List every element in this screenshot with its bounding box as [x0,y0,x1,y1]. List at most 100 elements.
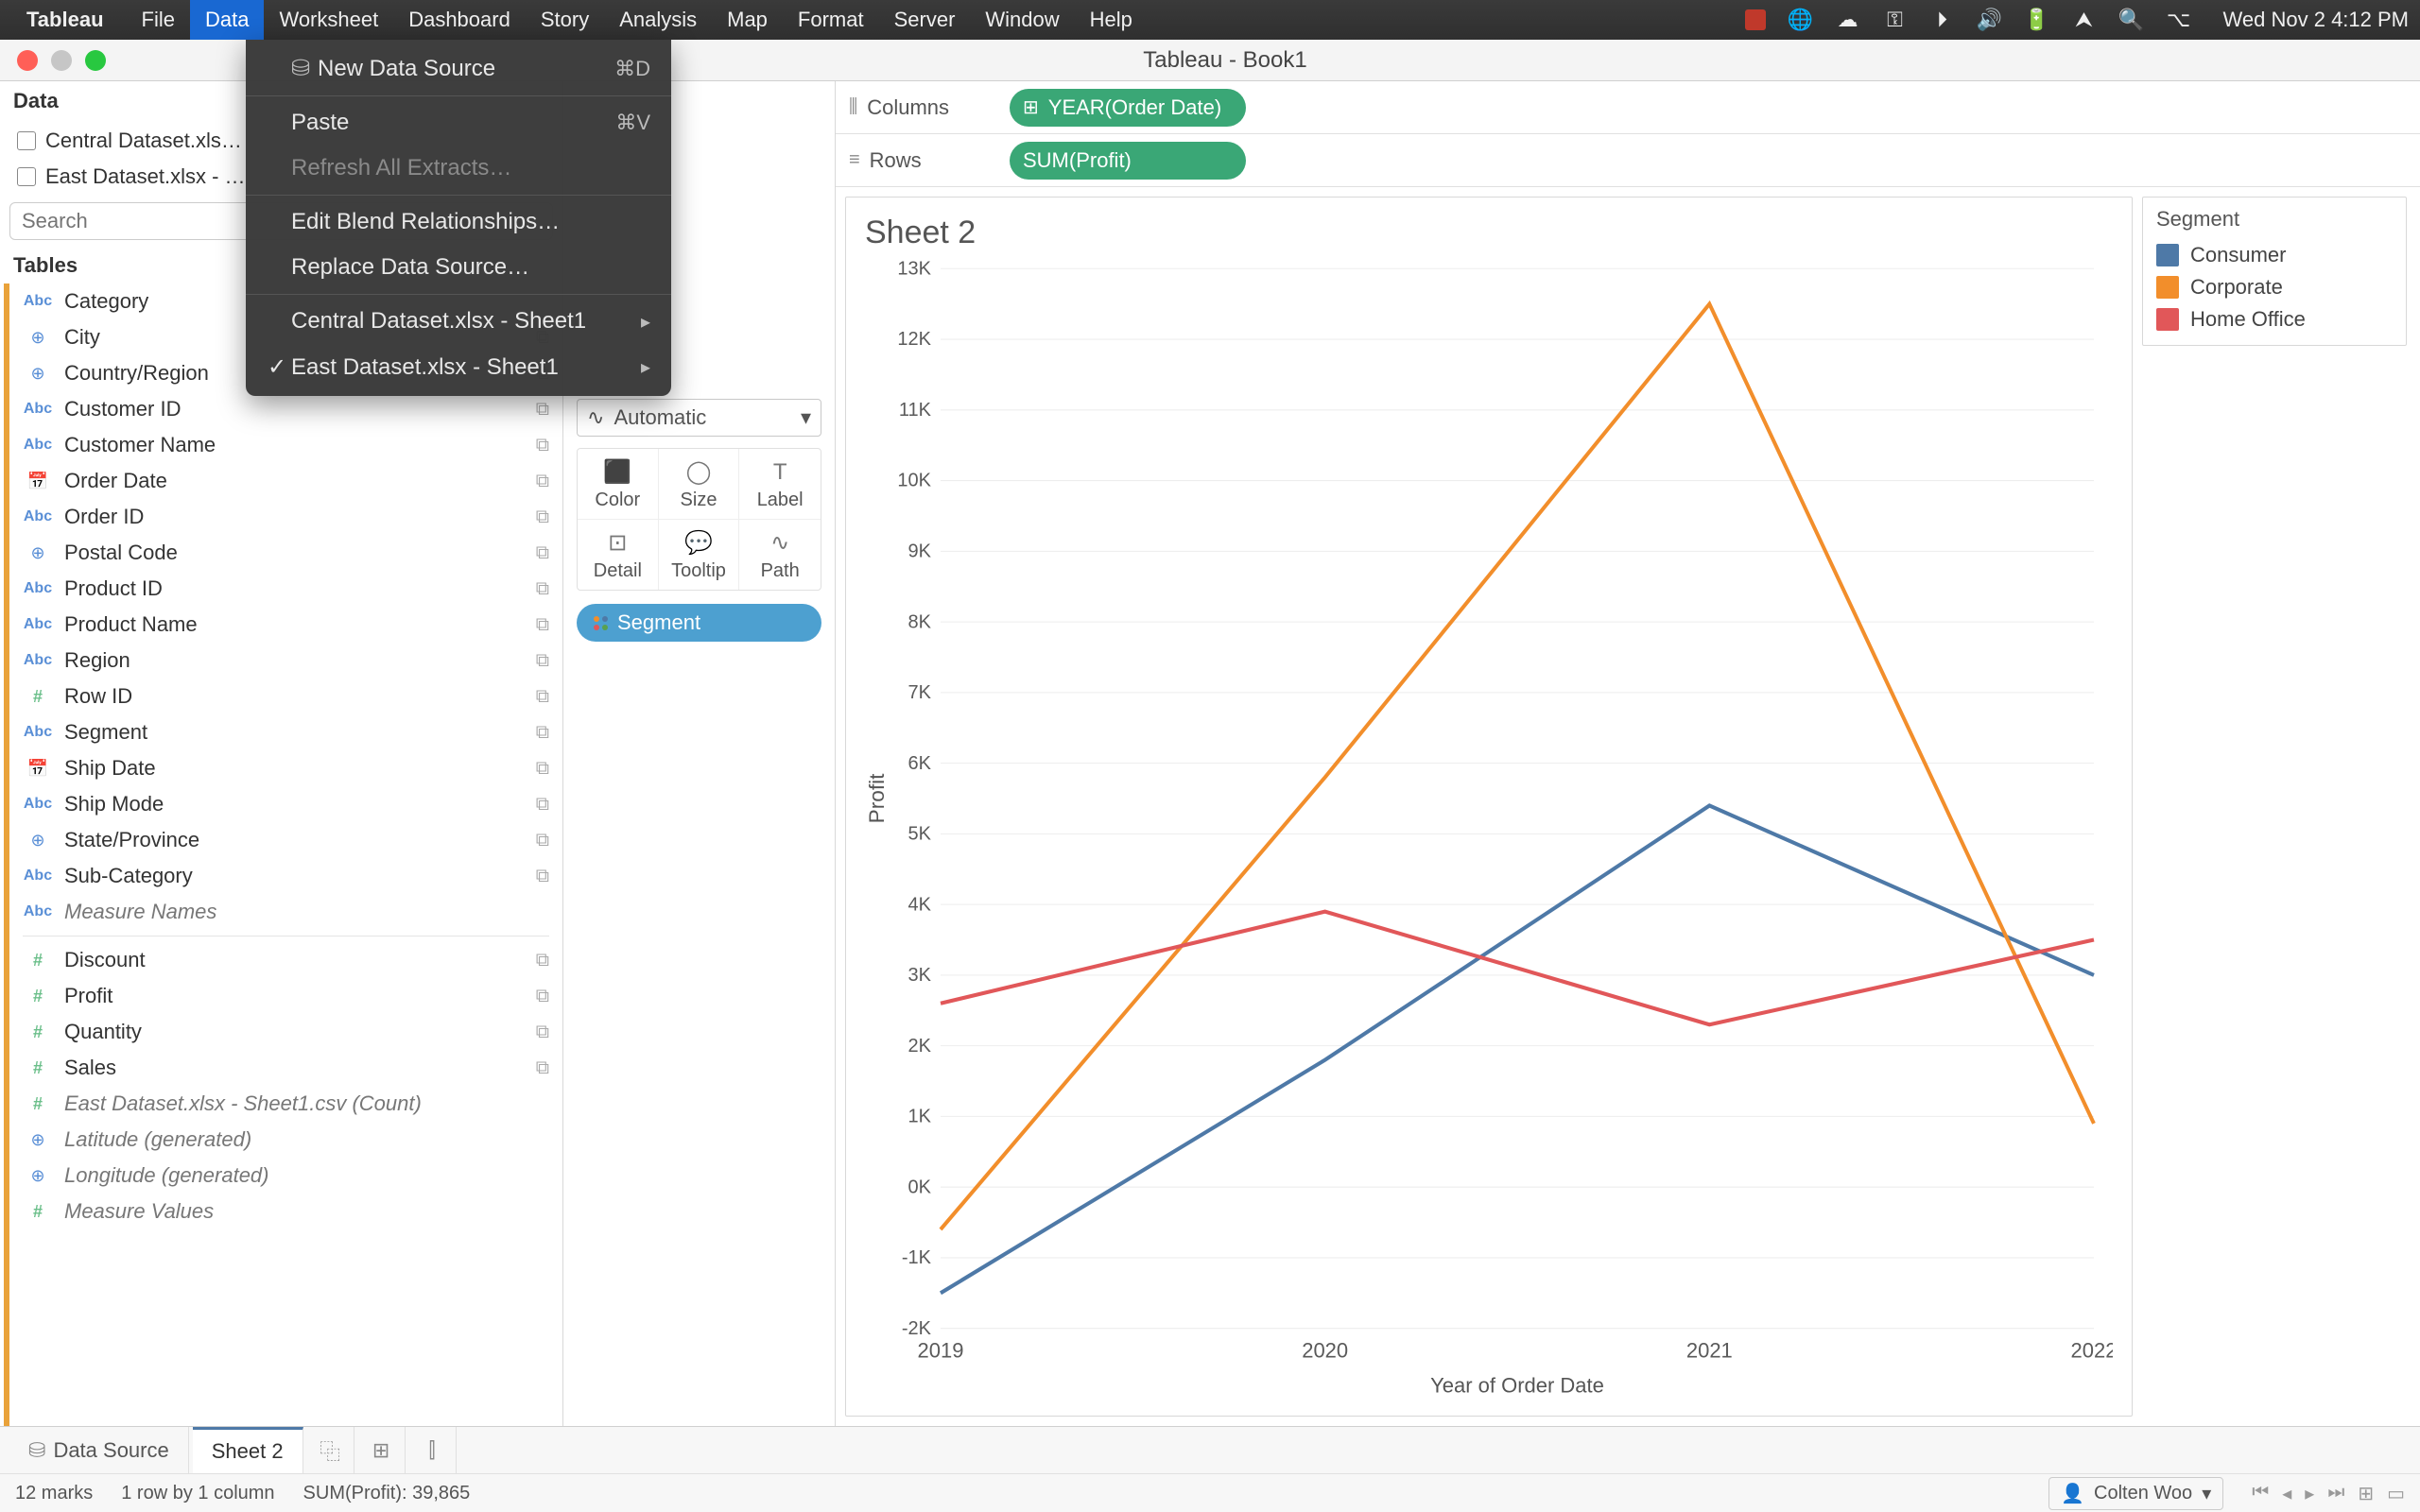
first-icon[interactable]: ⏮ [2252,1482,2269,1505]
menu-item[interactable]: Edit Blend Relationships… [246,199,671,245]
field-item[interactable]: 📅Ship Date⧉ [9,750,562,786]
rows-pill[interactable]: SUM(Profit) [1010,142,1246,180]
label-icon: T [773,459,787,486]
field-item[interactable]: #Measure Values [9,1194,562,1229]
menu-server[interactable]: Server [879,0,971,40]
minimize-icon[interactable] [51,50,72,71]
mark-label[interactable]: TLabel [739,449,821,520]
columns-icon: ⫼ [849,96,857,118]
field-item[interactable]: AbcShip Mode⧉ [9,786,562,822]
menu-analysis[interactable]: Analysis [604,0,712,40]
grid-icon[interactable]: ⊞ [2358,1482,2374,1505]
wifi-icon[interactable]: ⮝ [2072,8,2097,32]
field-item[interactable]: ⊕Latitude (generated) [9,1122,562,1158]
key-icon[interactable]: ⚿ [1883,8,1908,32]
sheet-title[interactable]: Sheet 2 [865,215,2113,251]
rows-icon: ≡ [849,149,860,171]
field-item[interactable]: ⊕State/Province⧉ [9,822,562,858]
svg-text:5K: 5K [908,823,932,844]
globe-icon[interactable]: 🌐 [1789,8,1813,32]
prev-icon[interactable]: ◂ [2282,1482,2291,1505]
link-icon: ⧉ [536,399,549,421]
menu-worksheet[interactable]: Worksheet [264,0,393,40]
field-item[interactable]: AbcCustomer ID⧉ [9,391,562,427]
field-item[interactable]: AbcProduct Name⧉ [9,607,562,643]
field-item[interactable]: #Discount⧉ [9,942,562,978]
mark-size[interactable]: ◯Size [659,449,740,520]
new-worksheet-button[interactable]: ⿻ [307,1427,354,1473]
mark-type-dropdown[interactable]: ∿Automatic ▾ [577,399,821,437]
app-name[interactable]: Tableau [26,8,104,32]
field-item[interactable]: #East Dataset.xlsx - Sheet1.csv (Count) [9,1086,562,1122]
legend-item[interactable]: Home Office [2156,303,2393,335]
field-item[interactable]: ⊕Postal Code⧉ [9,535,562,571]
field-item[interactable]: AbcOrder ID⧉ [9,499,562,535]
legend-item[interactable]: Corporate [2156,271,2393,303]
mark-detail[interactable]: ⊡Detail [578,520,659,590]
menu-file[interactable]: File [127,0,190,40]
user-dropdown[interactable]: 👤 Colten Woo ▾ [2048,1477,2223,1510]
menu-item[interactable]: Replace Data Source… [246,245,671,290]
chart-plot[interactable]: -2K-1K0K1K2K3K4K5K6K7K8K9K10K11K12K13K20… [865,259,2113,1406]
link-icon: ⧉ [536,435,549,456]
field-item[interactable]: #Profit⧉ [9,978,562,1014]
menu-data[interactable]: Data [190,0,264,40]
last-icon[interactable]: ⏭ [2327,1482,2344,1505]
chevron-down-icon: ▾ [801,405,811,430]
control-center-icon[interactable]: ⌥ [2167,8,2191,32]
mark-color[interactable]: ⬛Color [578,449,659,520]
tab-sheet-2[interactable]: Sheet 2 [193,1427,303,1473]
view-controls: ⏮ ◂ ▸ ⏭ ⊞ ▭ [2252,1482,2405,1505]
legend-panel[interactable]: Segment ConsumerCorporateHome Office [2142,197,2407,346]
field-item[interactable]: AbcSegment⧉ [9,714,562,750]
rows-shelf[interactable]: ≡ Rows SUM(Profit) [836,134,2420,187]
legend-item[interactable]: Consumer [2156,239,2393,271]
new-dashboard-button[interactable]: ⊞ [358,1427,406,1473]
svg-text:-2K: -2K [902,1318,932,1339]
field-item[interactable]: AbcRegion⧉ [9,643,562,679]
field-item[interactable]: AbcMeasure Names [9,894,562,930]
menu-item[interactable]: Central Dataset.xlsx - Sheet1▸ [246,299,671,344]
field-item[interactable]: AbcCustomer Name⧉ [9,427,562,463]
new-story-button[interactable]: ⫿ [409,1427,457,1473]
field-item[interactable]: #Row ID⧉ [9,679,562,714]
menu-item[interactable]: ⛁New Data Source⌘D [246,45,671,92]
zoom-icon[interactable] [85,50,106,71]
mark-path[interactable]: ∿Path [739,520,821,590]
menu-item[interactable]: ✓East Dataset.xlsx - Sheet1▸ [246,344,671,390]
field-item[interactable]: #Quantity⧉ [9,1014,562,1050]
battery-icon[interactable]: 🔋 [2025,8,2049,32]
field-item[interactable]: AbcProduct ID⧉ [9,571,562,607]
next-icon[interactable]: ▸ [2305,1482,2314,1505]
field-item[interactable]: 📅Order Date⧉ [9,463,562,499]
link-icon: ⧉ [536,686,549,708]
cloud-icon[interactable]: ☁ [1836,8,1860,32]
mark-tooltip[interactable]: 💬Tooltip [659,520,740,590]
search-icon[interactable]: 🔍 [2119,8,2144,32]
close-icon[interactable] [17,50,38,71]
menu-map[interactable]: Map [712,0,783,40]
columns-pill-label: YEAR(Order Date) [1048,95,1221,120]
columns-pill[interactable]: ⊞ YEAR(Order Date) [1010,89,1246,127]
field-item[interactable]: ⊕Longitude (generated) [9,1158,562,1194]
status-square-red[interactable] [1745,9,1766,30]
menu-help[interactable]: Help [1075,0,1148,40]
field-item[interactable]: #Sales⧉ [9,1050,562,1086]
tooltip-icon: 💬 [684,529,713,557]
rows-label: Rows [870,148,922,173]
menu-dashboard[interactable]: Dashboard [393,0,526,40]
volume-icon[interactable]: 🔊 [1978,8,2002,32]
menu-format[interactable]: Format [783,0,879,40]
legend-title: Segment [2156,207,2393,232]
user-icon: 👤 [2061,1482,2084,1505]
menu-window[interactable]: Window [970,0,1074,40]
menu-item[interactable]: Paste⌘V [246,100,671,146]
menubar-clock[interactable]: Wed Nov 2 4:12 PM [2223,8,2409,32]
play-icon[interactable]: ⏵ [1930,8,1955,32]
menu-story[interactable]: Story [526,0,604,40]
present-icon[interactable]: ▭ [2387,1482,2405,1505]
color-shelf-pill[interactable]: Segment [577,604,821,642]
columns-shelf[interactable]: ⫼Columns ⊞ YEAR(Order Date) [836,81,2420,134]
field-item[interactable]: AbcSub-Category⧉ [9,858,562,894]
tab-data-source[interactable]: ⛁Data Source [9,1427,189,1473]
